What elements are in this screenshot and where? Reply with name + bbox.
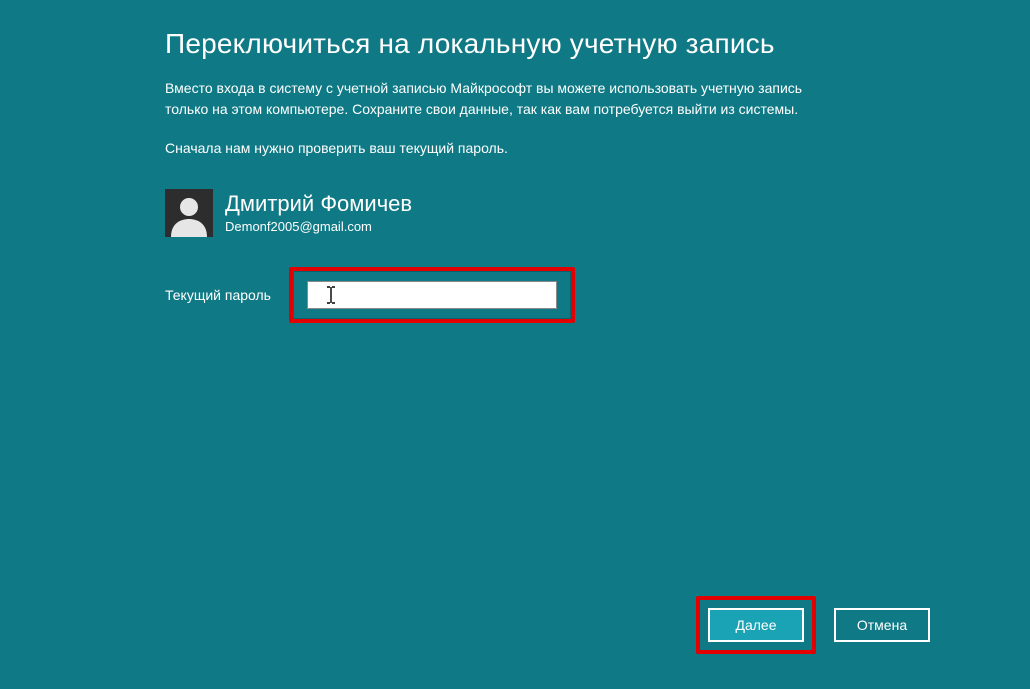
password-highlight bbox=[289, 267, 575, 323]
user-info: Дмитрий Фомичев Demonf2005@gmail.com bbox=[165, 189, 865, 237]
button-bar: Далее Отмена bbox=[696, 596, 930, 654]
page-title: Переключиться на локальную учетную запис… bbox=[165, 28, 865, 60]
password-input[interactable] bbox=[307, 281, 557, 309]
person-icon bbox=[165, 189, 213, 237]
password-label: Текущий пароль bbox=[165, 287, 295, 303]
avatar bbox=[165, 189, 213, 237]
next-button[interactable]: Далее bbox=[708, 608, 804, 642]
password-row: Текущий пароль bbox=[165, 267, 865, 323]
next-button-highlight: Далее bbox=[696, 596, 816, 654]
cancel-button[interactable]: Отмена bbox=[834, 608, 930, 642]
instruction-text: Сначала нам нужно проверить ваш текущий … bbox=[165, 138, 865, 159]
user-email: Demonf2005@gmail.com bbox=[225, 219, 412, 234]
description-text: Вместо входа в систему с учетной записью… bbox=[165, 78, 805, 120]
user-name: Дмитрий Фомичев bbox=[225, 192, 412, 216]
